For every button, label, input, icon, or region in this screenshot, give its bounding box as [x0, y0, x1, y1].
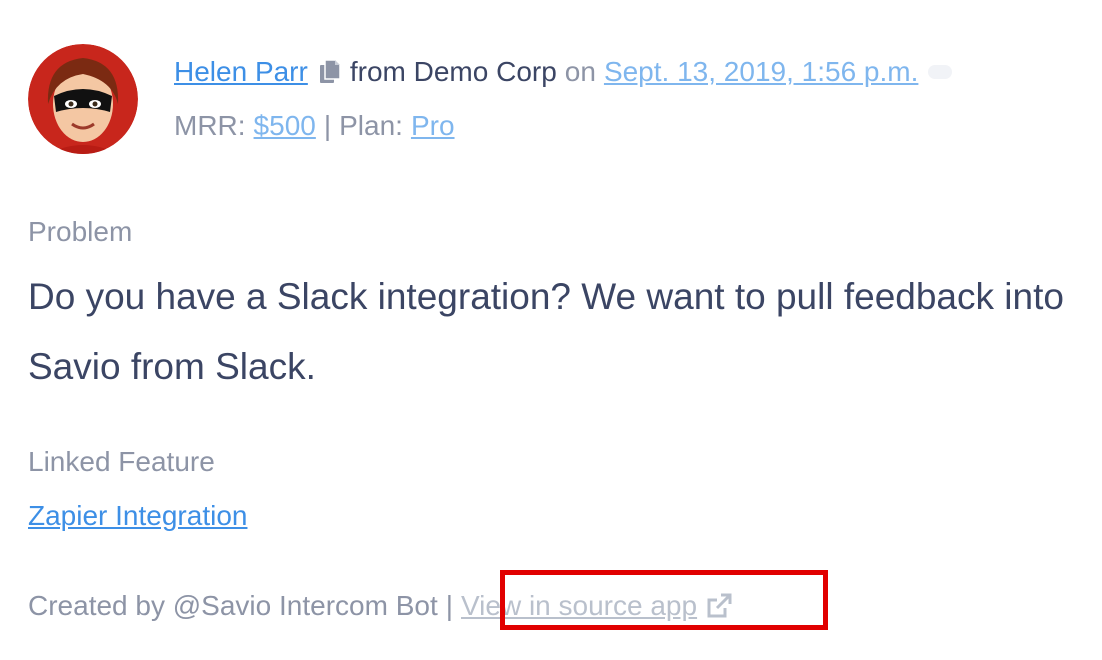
meta-separator: | [323, 110, 332, 141]
user-name-link[interactable]: Helen Parr [174, 56, 308, 88]
linked-feature-link[interactable]: Zapier Integration [28, 500, 247, 532]
created-by-text: Created by @Savio Intercom Bot [28, 590, 438, 621]
copy-icon[interactable] [318, 59, 342, 85]
mrr-value-link[interactable]: $500 [254, 110, 316, 142]
footer-separator: | [445, 590, 453, 621]
bubble-icon [928, 65, 953, 79]
problem-text: Do you have a Slack integration? We want… [28, 276, 1064, 387]
avatar [28, 44, 138, 154]
linked-feature-label: Linked Feature [28, 446, 215, 477]
problem-label: Problem [28, 216, 133, 247]
mrr-label: MRR: [174, 110, 246, 141]
date-link[interactable]: Sept. 13, 2019, 1:56 p.m. [604, 56, 918, 88]
feedback-meta-line: Helen Parr from Demo Corp on Sept. 13, 2… [174, 52, 953, 92]
on-text: on [564, 56, 596, 87]
customer-meta-line: MRR: $500 | Plan: Pro [174, 106, 455, 146]
company-text: from Demo Corp [349, 56, 557, 87]
plan-label: Plan: [339, 110, 403, 141]
highlight-box [500, 570, 828, 630]
plan-value-link[interactable]: Pro [411, 110, 455, 142]
